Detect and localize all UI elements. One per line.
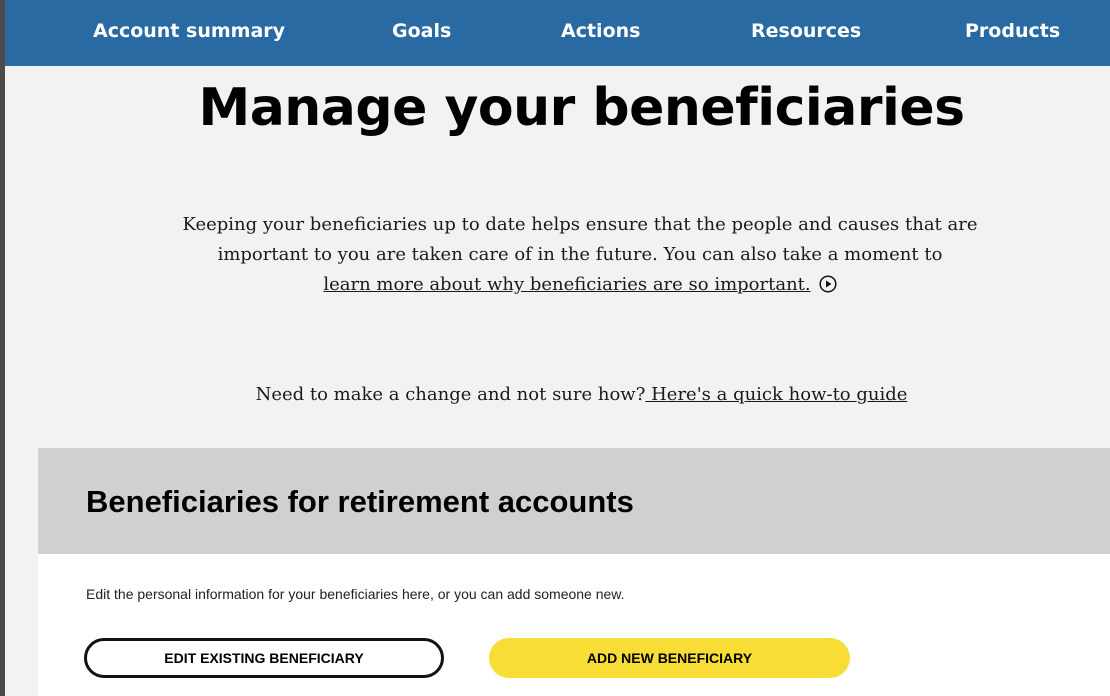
learn-more-link-label: learn more about why beneficiaries are s… (323, 274, 811, 295)
top-navigation: Account summary Goals Actions Resources … (5, 0, 1110, 66)
how-to-guide-link[interactable]: Here's a quick how-to guide (645, 384, 907, 405)
intro-paragraph: Keeping your beneficiaries up to date he… (165, 210, 995, 300)
nav-item-products[interactable]: Products (965, 20, 1060, 42)
nav-item-actions[interactable]: Actions (561, 20, 640, 42)
retirement-section-body: Edit the personal information for your b… (38, 554, 1110, 696)
how-to-text: Need to make a change and not sure how? (255, 384, 646, 405)
page-title: Manage your beneficiaries (198, 78, 965, 138)
retirement-section-description: Edit the personal information for your b… (86, 586, 625, 602)
nav-item-account-summary[interactable]: Account summary (93, 20, 285, 42)
play-circle-icon[interactable] (819, 275, 837, 293)
how-to-line: Need to make a change and not sure how? … (5, 384, 1110, 405)
nav-item-goals[interactable]: Goals (392, 20, 451, 42)
nav-item-resources[interactable]: Resources (751, 20, 861, 42)
retirement-section-header: Beneficiaries for retirement accounts (38, 448, 1110, 554)
edit-existing-beneficiary-button[interactable]: EDIT EXISTING BENEFICIARY (84, 638, 444, 678)
intro-text: Keeping your beneficiaries up to date he… (182, 214, 978, 265)
retirement-section-title: Beneficiaries for retirement accounts (86, 484, 634, 519)
add-new-beneficiary-button[interactable]: ADD NEW BENEFICIARY (489, 638, 850, 678)
page-frame: Account summary Goals Actions Resources … (5, 0, 1110, 696)
learn-more-link[interactable]: learn more about why beneficiaries are s… (323, 274, 810, 295)
